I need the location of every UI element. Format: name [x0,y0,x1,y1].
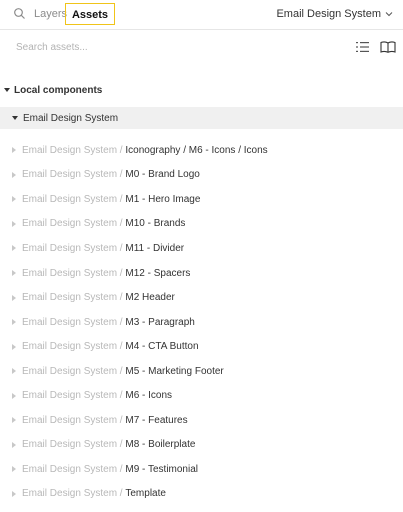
component-name: M2 Header [125,292,175,304]
component-path-prefix: Email Design System / [22,292,126,304]
component-path-prefix: Email Design System / [22,488,126,500]
component-row[interactable]: Email Design System / M0 - Brand Logo [0,163,403,188]
component-name: M3 - Paragraph [125,316,195,328]
caret-right-icon [12,466,16,473]
component-name: Template [125,488,166,500]
tab-assets[interactable]: Assets [65,3,115,25]
component-path-prefix: Email Design System / [22,341,126,353]
search-row [0,30,403,64]
component-row[interactable]: Email Design System / M1 - Hero Image [0,187,403,212]
component-row[interactable]: Email Design System / M10 - Brands [0,212,403,237]
component-name: M0 - Brand Logo [125,169,200,181]
component-row[interactable]: Email Design System / M5 - Marketing Foo… [0,359,403,384]
caret-right-icon [12,196,16,203]
component-row[interactable]: Email Design System / M4 - CTA Button [0,334,403,359]
component-name: M6 - Icons [125,390,173,402]
component-path-prefix: Email Design System / [22,316,126,328]
caret-right-icon [12,441,16,448]
caret-right-icon [12,417,16,424]
caret-right-icon [12,294,16,301]
component-row[interactable]: Email Design System / M8 - Boilerplate [0,433,403,458]
component-path-prefix: Email Design System / [22,218,126,230]
component-path-prefix: Email Design System / [22,463,126,475]
component-name: M4 - CTA Button [125,341,199,353]
component-row[interactable]: Email Design System / Template [0,482,403,507]
component-name: M1 - Hero Image [125,193,201,205]
search-assets-input[interactable] [12,38,320,56]
caret-down-icon [12,116,18,120]
caret-right-icon [12,368,16,375]
caret-right-icon [12,171,16,178]
component-row[interactable]: Email Design System / M2 Header [0,285,403,310]
component-name: M7 - Features [125,414,188,426]
component-row[interactable]: Email Design System / Iconography / M6 -… [0,138,403,163]
book-icon[interactable] [380,40,396,53]
assets-panel-header: Layers Assets Email Design System [0,0,403,30]
caret-right-icon [12,319,16,326]
library-dropdown-label: Email Design System [276,8,381,20]
section-title: Local components [14,84,103,96]
component-name: Iconography / M6 - Icons / Icons [125,144,268,156]
component-row[interactable]: Email Design System / M11 - Divider [0,236,403,261]
component-path-prefix: Email Design System / [22,169,126,181]
list-view-icon[interactable] [356,40,369,52]
component-name: M10 - Brands [125,218,186,230]
caret-right-icon [12,490,16,497]
caret-right-icon [12,392,16,399]
component-name: M8 - Boilerplate [125,439,196,451]
component-path-prefix: Email Design System / [22,365,126,377]
component-name: M12 - Spacers [125,267,191,279]
caret-right-icon [12,343,16,350]
search-icon[interactable] [13,7,27,21]
group-title: Email Design System [23,112,119,124]
caret-right-icon [12,220,16,227]
library-dropdown[interactable]: Email Design System [276,3,393,25]
component-row[interactable]: Email Design System / M9 - Testimonial [0,457,403,482]
caret-right-icon [12,147,16,154]
component-name: M9 - Testimonial [125,463,198,475]
caret-right-icon [12,245,16,252]
component-row[interactable]: Email Design System / M6 - Icons [0,383,403,408]
caret-right-icon [12,270,16,276]
component-path-prefix: Email Design System / [22,390,126,402]
component-row[interactable]: Email Design System / M3 - Paragraph [0,310,403,335]
component-path-prefix: Email Design System / [22,439,126,451]
component-row[interactable]: Email Design System / M7 - Features [0,408,403,433]
component-name: M11 - Divider [125,242,185,254]
component-name: M5 - Marketing Footer [125,365,224,377]
component-path-prefix: Email Design System / [22,414,126,426]
component-row[interactable]: Email Design System / M12 - Spacers [0,261,403,286]
component-list: Email Design System / Iconography / M6 -… [0,138,403,506]
component-path-prefix: Email Design System / [22,242,126,254]
component-group-email-design-system[interactable]: Email Design System [0,107,403,129]
component-path-prefix: Email Design System / [22,144,126,156]
chevron-down-icon [385,12,393,17]
caret-down-icon [4,88,10,92]
component-path-prefix: Email Design System / [22,193,126,205]
local-components-section[interactable]: Local components [0,80,403,100]
component-path-prefix: Email Design System / [22,267,126,279]
